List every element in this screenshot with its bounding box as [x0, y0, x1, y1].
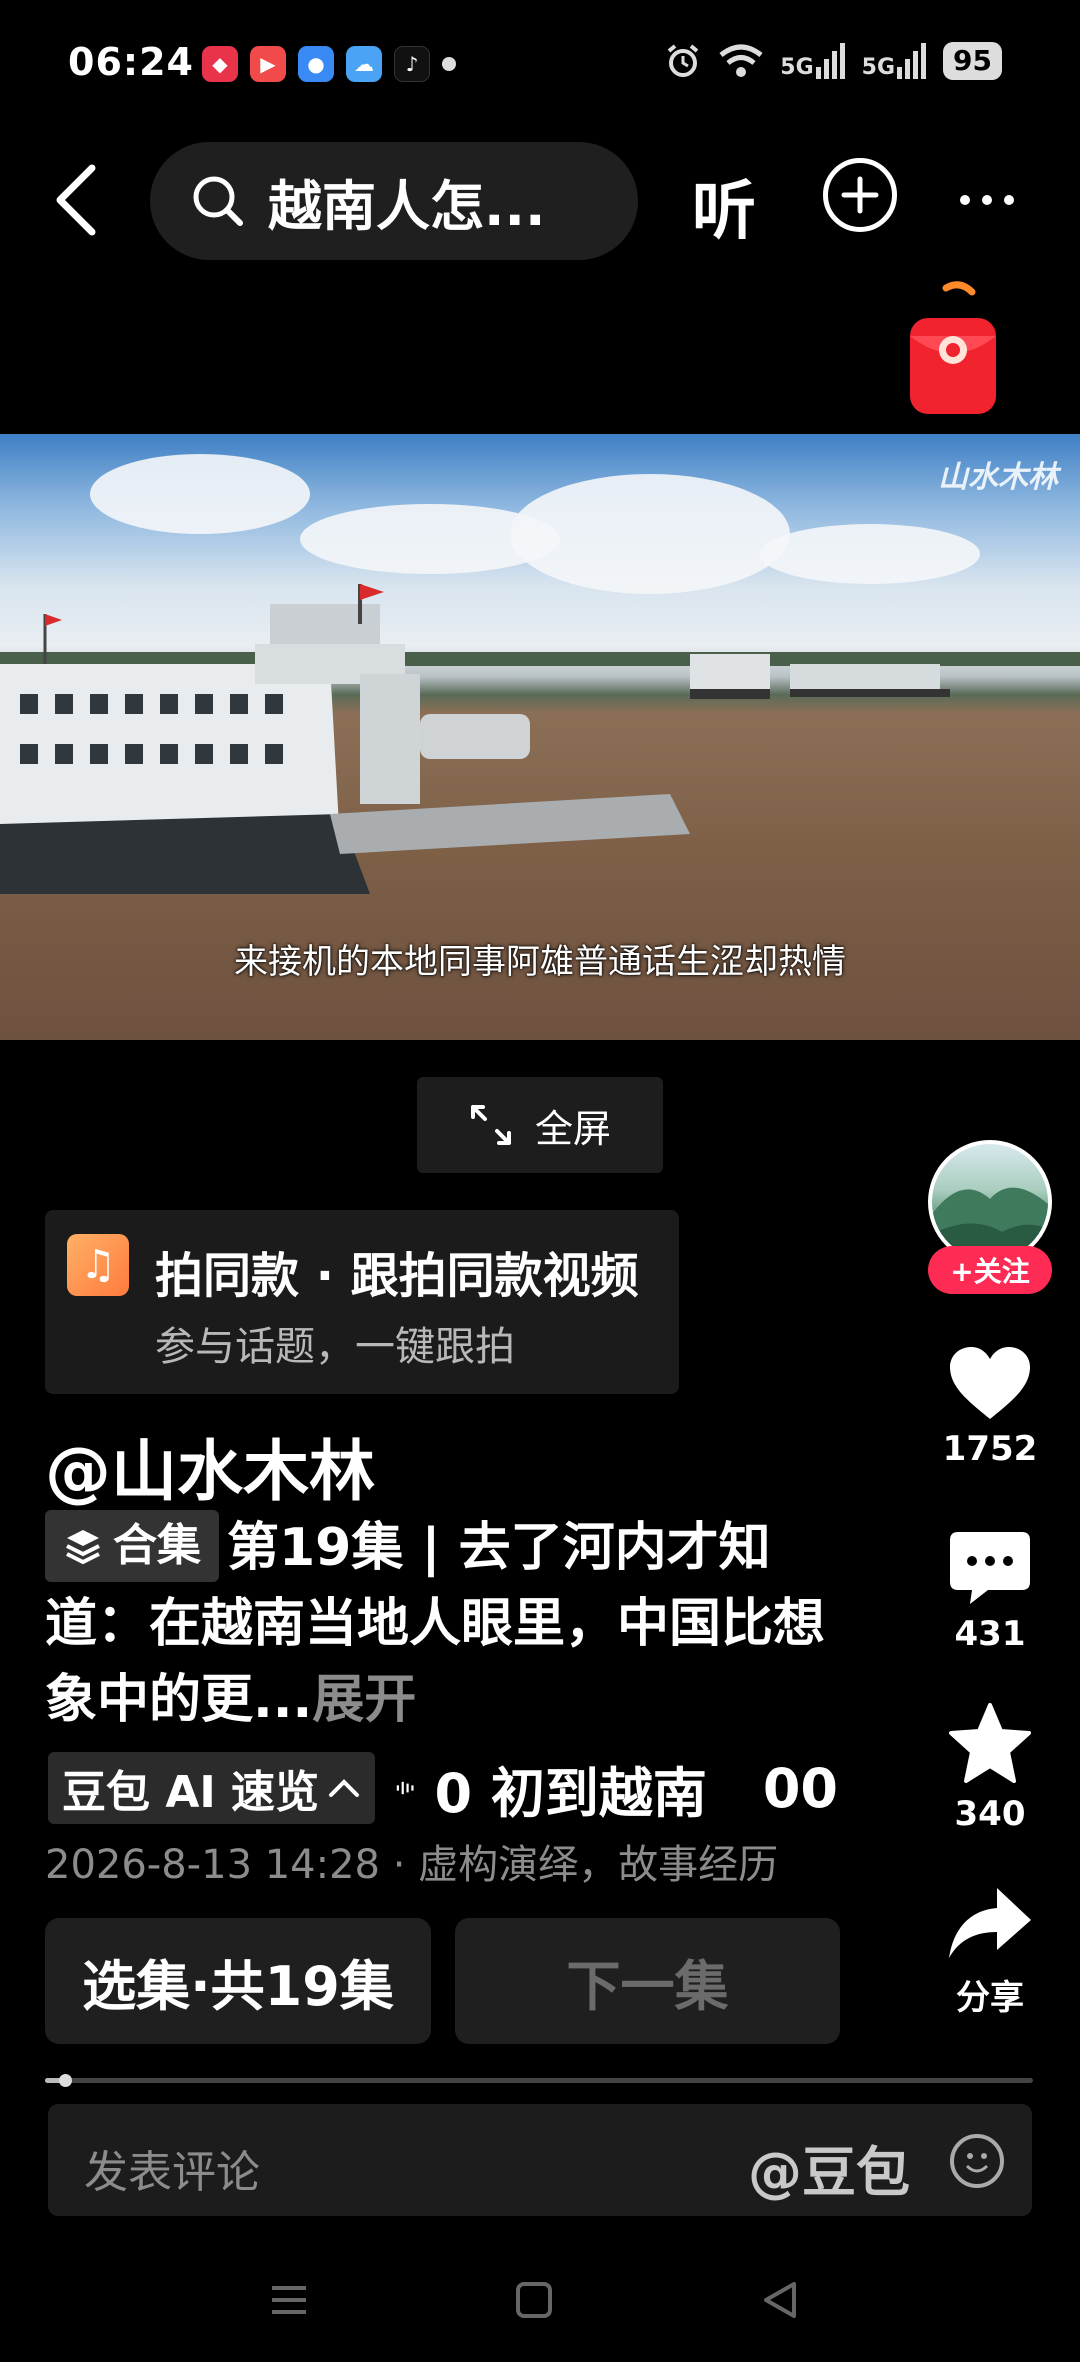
ferry-boat [0, 584, 690, 894]
cloud [90, 454, 310, 534]
red-envelope-icon[interactable] [908, 278, 998, 418]
video-watermark: 山水木林 [938, 460, 1058, 495]
more-dot-icon [960, 195, 970, 205]
wifi-icon [719, 44, 763, 77]
collection-tag-label: 合集 [113, 1520, 201, 1571]
mention-doubao-button[interactable]: @豆包 [748, 2128, 910, 2207]
browser-app-icon: ● [298, 46, 334, 82]
favorite-button[interactable]: 340 [928, 1702, 1052, 1834]
chevron-up-icon [329, 1779, 360, 1797]
comment-placeholder: 发表评论 [84, 2147, 260, 2198]
status-indicators: 5G 5G 95 [664, 42, 1002, 80]
doubao-ai-label: 豆包 AI 速览 [62, 1767, 320, 1818]
same-style-title: 拍同款 · 跟拍同款视频 [155, 1248, 639, 1304]
layers-icon [66, 1530, 100, 1565]
home-nav-icon [516, 2282, 552, 2318]
playback-progress-bar[interactable] [45, 2074, 1033, 2087]
favorite-count: 340 [954, 1794, 1026, 1834]
share-arrow-icon [949, 1888, 1031, 1958]
doubao-ai-tag[interactable]: 豆包 AI 速览 [48, 1752, 376, 1824]
back-nav-icon [764, 2282, 796, 2318]
avatar-image [932, 1187, 1048, 1260]
video-description: 合集 第19集 | 去了河内才知道：在越南当地人眼里，中国比想象中的更...展开 [45, 1510, 845, 1738]
menu-nav-icon [272, 2286, 306, 2314]
author-name[interactable]: @山水木林 [45, 1418, 375, 1514]
comment-button[interactable]: 431 [928, 1530, 1052, 1654]
more-options-button[interactable] [960, 195, 1014, 205]
add-button[interactable] [823, 158, 897, 232]
cell-signal-2: 5G [862, 43, 927, 79]
status-time: 06:24 [68, 40, 194, 84]
video-subtitle: 来接机的本地同事阿雄普通话生涩却热情 [234, 942, 846, 982]
next-episode-button[interactable]: 下一集 [455, 1918, 840, 2044]
star-icon [949, 1703, 1031, 1783]
notification-icons: ◆ ▶ ● ☁ ♪ [202, 46, 456, 82]
audio-wave-icon [396, 1781, 414, 1795]
like-count: 1752 [942, 1429, 1038, 1469]
video-app-icon: ▶ [250, 46, 286, 82]
cloud [760, 524, 980, 584]
like-button[interactable]: 1752 [928, 1345, 1052, 1469]
search-query: 越南人怎... [268, 174, 546, 238]
emoji-icon[interactable] [950, 2134, 1004, 2188]
post-meta: 2026-8-13 14:28 · 虚构演绎，故事经历 [45, 1842, 779, 1888]
listen-button[interactable]: 听 [692, 160, 756, 252]
fullscreen-label: 全屏 [534, 1106, 611, 1151]
progress-knob[interactable] [58, 2074, 72, 2087]
comment-icon [950, 1532, 1030, 1604]
ai-chapter-1[interactable]: 0 初到越南 [434, 1752, 706, 1825]
share-button[interactable]: 分享 [928, 1886, 1052, 2019]
comment-count: 431 [954, 1614, 1026, 1654]
episodes-button[interactable]: 选集·共19集 [45, 1918, 431, 2044]
expand-link[interactable]: 展开 [312, 1670, 416, 1730]
search-bar[interactable]: 越南人怎... [150, 142, 638, 260]
collection-tag[interactable]: 合集 [45, 1510, 219, 1582]
same-style-subtitle: 参与话题，一键跟拍 [155, 1324, 515, 1370]
signal-bars-icon [897, 43, 927, 79]
more-notifications-dot [442, 57, 456, 71]
music-note-icon: ♫ [67, 1234, 129, 1296]
back-arrow-icon[interactable] [48, 160, 108, 240]
follow-button[interactable]: +关注 [928, 1246, 1052, 1294]
more-dot-icon [1004, 195, 1014, 205]
signal-bars-icon [815, 43, 845, 79]
search-icon [193, 176, 243, 226]
tiktok-icon: ♪ [394, 46, 430, 82]
comment-input-bar[interactable]: 发表评论 @豆包 [48, 2104, 1032, 2216]
ai-chapter-2[interactable]: 00 [763, 1757, 838, 1820]
ai-summary-row[interactable]: 豆包 AI 速览 0 初到越南 00 [48, 1752, 838, 1824]
distant-ferries [690, 654, 950, 699]
more-dot-icon [982, 195, 992, 205]
system-nav-bar [272, 2282, 796, 2318]
plus-icon [841, 176, 879, 214]
app-notification-icon: ◆ [202, 46, 238, 82]
fullscreen-button[interactable]: 全屏 [417, 1077, 663, 1173]
video-player[interactable]: 山水木林 来接机的本地同事阿雄普通话生涩却热情 [0, 434, 1080, 1040]
weather-app-icon: ☁ [346, 46, 382, 82]
cell-signal-1: 5G [780, 43, 845, 79]
same-style-card[interactable]: ♫ 拍同款 · 跟拍同款视频 参与话题，一键跟拍 [45, 1210, 679, 1394]
share-label: 分享 [956, 1978, 1024, 2018]
heart-icon [950, 1347, 1030, 1419]
expand-icon [470, 1105, 511, 1145]
alarm-icon [668, 44, 699, 77]
battery-indicator: 95 [943, 42, 1002, 80]
